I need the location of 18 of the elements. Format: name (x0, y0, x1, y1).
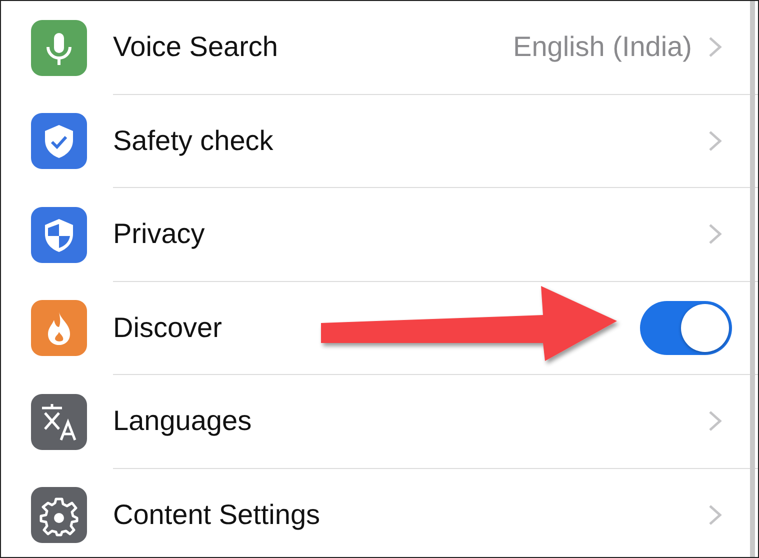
settings-icon (31, 487, 87, 544)
setting-label: Content Settings (113, 499, 322, 532)
chevron-icon[interactable] (708, 130, 722, 152)
setting-label: Discover (113, 312, 223, 344)
chevron-icon[interactable] (708, 223, 722, 246)
setting-value: English (India) (513, 31, 692, 64)
setting-label: Privacy (113, 218, 206, 250)
setting-label: Languages (113, 405, 253, 438)
settings-icon (31, 394, 87, 450)
chevron-icon[interactable] (708, 410, 722, 432)
chevron-icon[interactable] (708, 504, 722, 526)
setting-label: Voice Search (113, 31, 279, 64)
settings-icon (31, 206, 87, 263)
settings-icon (31, 20, 87, 76)
chevron-icon[interactable] (708, 36, 722, 58)
setting-label: Safety check (113, 124, 274, 157)
settings-icon (31, 300, 87, 356)
settings-icon (31, 113, 87, 170)
